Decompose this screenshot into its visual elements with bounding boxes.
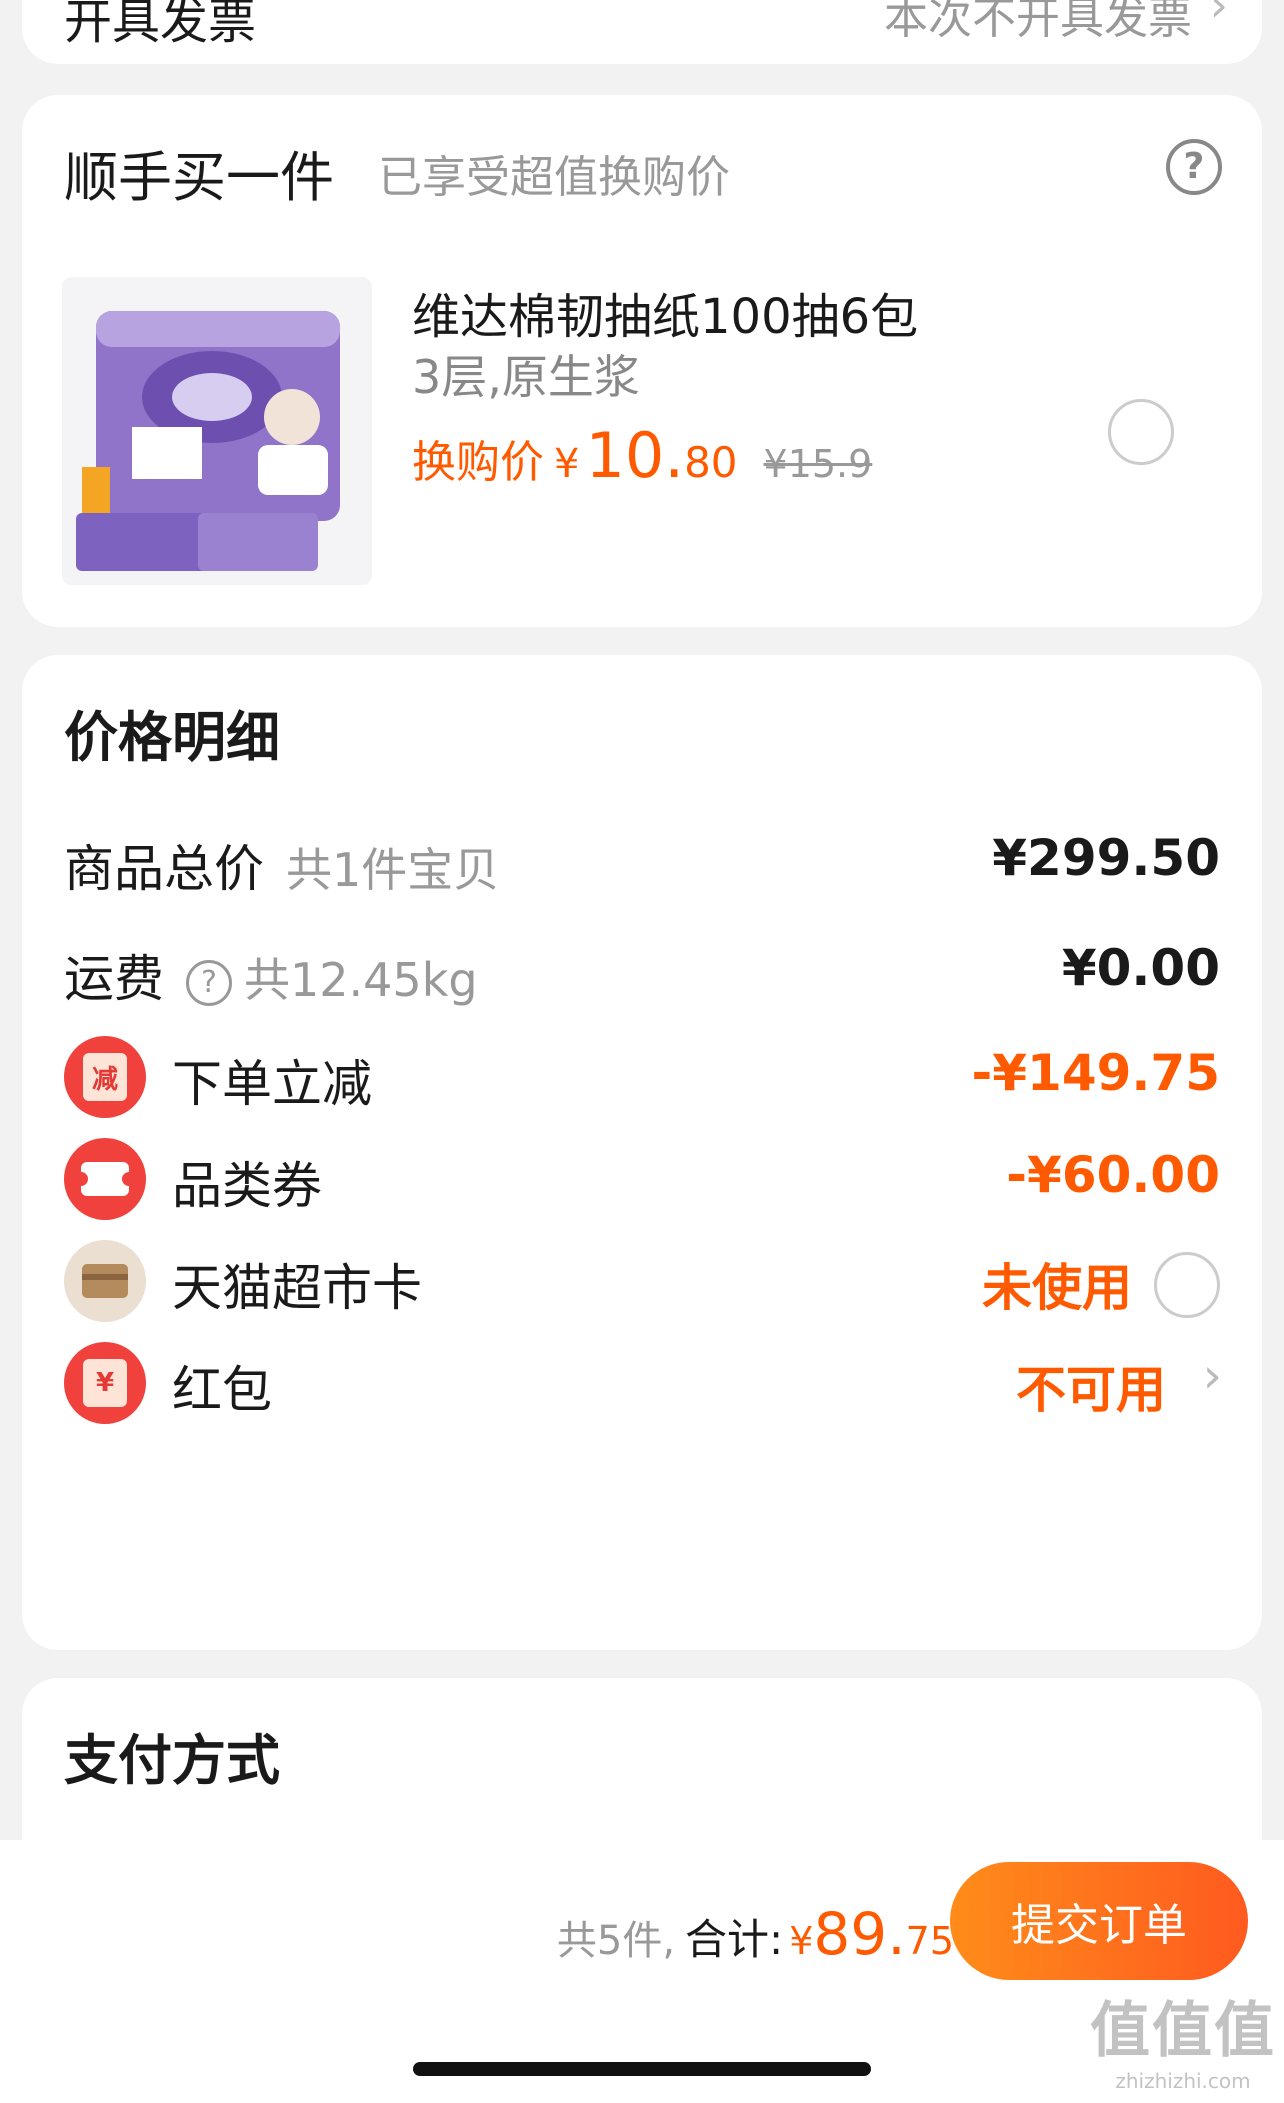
watermark: 值值值 zhizhizhi.com: [1090, 1996, 1276, 2093]
original-price: ¥15.9: [763, 442, 873, 486]
shipping-value: ¥0.00: [1061, 939, 1220, 997]
help-icon[interactable]: ?: [1166, 139, 1222, 195]
tmall-card-label: 天猫超市卡: [172, 1259, 422, 1317]
addon-select-radio[interactable]: [1108, 399, 1174, 465]
payment-title: 支付方式: [64, 1729, 280, 1792]
tissue-pack-image: [62, 277, 372, 585]
total-integer: 89.: [813, 1900, 906, 1968]
row-instant-discount: 减 下单立减 -¥149.75: [22, 1020, 1262, 1130]
product-spec: 3层,原生浆: [412, 350, 640, 404]
goods-total-label: 商品总价 共1件宝贝: [64, 840, 500, 898]
price-label: 换购价: [412, 437, 544, 488]
row-tmall-card[interactable]: 天猫超市卡 未使用: [22, 1224, 1262, 1334]
price-currency: ¥: [554, 441, 580, 487]
invoice-card[interactable]: 开具发票 本次不开具发票 ›: [22, 0, 1262, 64]
shipping-help-icon[interactable]: ?: [186, 960, 232, 1006]
product-price: 换购价 ¥10.80 ¥15.9: [412, 419, 872, 492]
price-decimal: 80: [684, 438, 738, 487]
tmall-card-radio[interactable]: [1154, 1252, 1220, 1318]
submit-order-button[interactable]: 提交订单: [950, 1862, 1248, 1980]
goods-total-value: ¥299.50: [992, 829, 1220, 887]
row-shipping: 运费? 共12.45kg ¥0.00: [22, 915, 1262, 1025]
category-coupon-label: 品类券: [172, 1157, 322, 1215]
invoice-label: 开具发票: [64, 0, 257, 50]
price-detail-title: 价格明细: [64, 706, 280, 769]
coupon-icon: [64, 1138, 146, 1220]
addon-subtitle: 已享受超值换购价: [378, 152, 730, 203]
red-envelope-value: 不可用: [1016, 1361, 1166, 1419]
red-envelope-icon: ¥: [64, 1342, 146, 1424]
item-count: 共5件,: [556, 1918, 676, 1964]
chevron-right-icon: ›: [1209, 0, 1228, 32]
shipping-label: 运费? 共12.45kg: [64, 950, 478, 1008]
order-summary: 共5件, 合计: ¥89.75: [557, 1900, 954, 1968]
tmall-card-value: 未使用: [982, 1259, 1132, 1317]
home-indicator[interactable]: [413, 2062, 871, 2076]
row-goods-total: 商品总价 共1件宝贝 ¥299.50: [22, 805, 1262, 915]
goods-count: 共1件宝贝: [286, 843, 500, 897]
total-currency: ¥: [789, 1919, 814, 1963]
total-label: 合计:: [685, 1915, 784, 1964]
discount-badge-icon: 减: [64, 1036, 146, 1118]
total-decimal: 75: [905, 1919, 954, 1963]
addon-card: 顺手买一件 已享受超值换购价 ? 维达棉韧抽纸100抽6包 3层,原生浆 换购价…: [22, 95, 1262, 627]
card-icon: [64, 1240, 146, 1322]
addon-title: 顺手买一件: [64, 146, 334, 209]
instant-discount-value: -¥149.75: [971, 1044, 1221, 1102]
instant-discount-label: 下单立减: [172, 1055, 372, 1113]
row-category-coupon[interactable]: 品类券 -¥60.00: [22, 1122, 1262, 1232]
price-integer: 10.: [585, 419, 685, 492]
chevron-right-icon: ›: [1202, 1348, 1222, 1404]
product-image[interactable]: [62, 277, 372, 585]
price-detail-card: 价格明细 商品总价 共1件宝贝 ¥299.50 运费? 共12.45kg ¥0.00…: [22, 655, 1262, 1650]
row-red-envelope[interactable]: ¥ 红包 不可用 ›: [22, 1326, 1262, 1436]
category-coupon-value: -¥60.00: [1006, 1146, 1220, 1204]
red-envelope-label: 红包: [172, 1361, 272, 1419]
product-name: 维达棉韧抽纸100抽6包: [412, 289, 919, 345]
shipping-weight: 共12.45kg: [244, 953, 478, 1007]
invoice-value: 本次不开具发票: [884, 0, 1192, 44]
